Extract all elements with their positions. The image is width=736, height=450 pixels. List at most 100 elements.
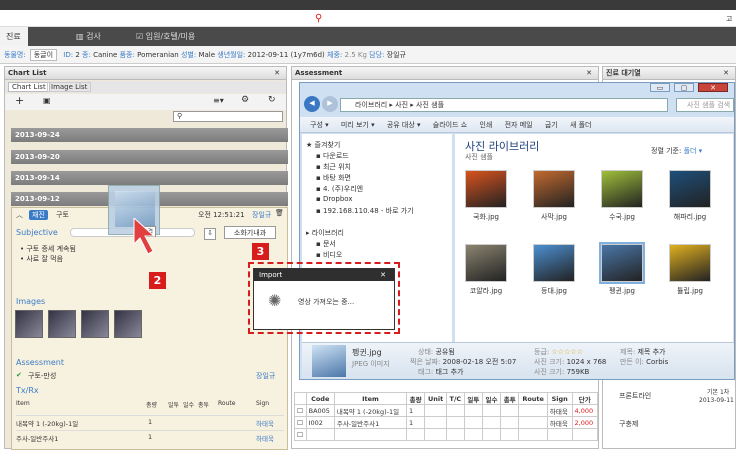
rx-cell: 하태욱 [256, 435, 274, 443]
tab-treatment[interactable]: 진료 [0, 27, 28, 46]
toolbar-item[interactable]: 공유 대상 ▾ [387, 121, 421, 129]
table-row[interactable]: ☐ [294, 428, 599, 441]
animal-select[interactable]: 동글이 [29, 49, 58, 61]
close-icon[interactable]: ✕ [586, 67, 592, 80]
detail-value[interactable]: 제목 추가 [637, 348, 665, 356]
toolbar-item[interactable]: 인쇄 [479, 121, 492, 129]
detail-value[interactable]: 태그 추가 [435, 368, 463, 376]
minimize-button[interactable]: ▭ [650, 83, 670, 92]
rx-row[interactable]: 내복약 1 (-20kg)-1일 1 하태욱 [16, 415, 284, 428]
breed-label: 품종: [119, 51, 135, 59]
date-group[interactable]: 2013-09-20 [11, 150, 288, 164]
main-tabs: 진료 ▥ 검사 ☑ 입원/호텔/미용 [0, 27, 736, 46]
xray-thumbnail[interactable] [81, 310, 109, 338]
toolbar-item[interactable]: 구성 ▾ [310, 121, 329, 129]
tab-chart-list[interactable]: Chart List [8, 82, 50, 92]
table-row[interactable]: ☐ I002 주사-일반주사1 1 하태욱 2,000 [294, 416, 599, 429]
attach-icon[interactable]: ⇩ [204, 228, 216, 240]
xray-thumbnail[interactable] [114, 310, 142, 338]
trash-icon[interactable]: 🗑 [275, 209, 284, 217]
assessment-vet[interactable]: 장일규 [256, 371, 275, 381]
tab-image-list[interactable]: Image List [47, 82, 92, 92]
search-icon[interactable]: ⚲ [315, 13, 322, 24]
check-icon: ☑ [136, 32, 146, 41]
queue-item[interactable]: 프론트라인 [619, 391, 651, 401]
queue-header: 진료 대기열 ✕ [603, 67, 735, 80]
picture-thumbnail[interactable] [465, 244, 507, 282]
detail-rating: 등급: ☆☆☆☆☆ [534, 347, 583, 357]
rx-row[interactable]: 주사-일반주사1 1 하태욱 [16, 430, 284, 443]
nav-item-favorites[interactable]: ★ 즐겨찾기 [306, 140, 340, 150]
explorer-search-input[interactable]: 사진 샘플 검색 [676, 98, 734, 112]
row-checkbox[interactable]: ☐ [294, 428, 307, 441]
date-group[interactable]: 2013-09-14 [11, 171, 288, 185]
nav-item[interactable]: ▪ 바탕 화면 [316, 173, 351, 183]
top-menu-text[interactable]: 고 [726, 14, 732, 24]
breed-value: Pomeranian [137, 51, 179, 59]
assessment-label: Assessment [16, 358, 64, 367]
rating-stars[interactable]: ☆☆☆☆☆ [551, 348, 582, 356]
row-checkbox[interactable]: ☐ [294, 404, 307, 417]
picture-thumbnail[interactable] [669, 244, 711, 282]
add-icon[interactable]: + [15, 94, 24, 107]
queue-item[interactable]: 구충제 [619, 419, 638, 429]
nav-item[interactable]: ▪ 다운로드 [316, 151, 349, 161]
nav-item-libraries[interactable]: ▸ 라이브러리 [306, 228, 344, 238]
save-icon[interactable]: ▣ [43, 96, 51, 105]
close-icon[interactable]: ✕ [274, 67, 280, 80]
collapse-icon[interactable]: ︿ [16, 210, 23, 220]
xray-thumbnail[interactable] [48, 310, 76, 338]
detail-dimensions: 사진 크기: 1024 x 768 [534, 357, 606, 367]
sex-value: Male [198, 51, 216, 59]
toolbar-item[interactable]: 새 폴더 [570, 121, 592, 129]
picture-label: 튤립.jpg [677, 287, 703, 295]
refresh-icon[interactable]: ↻ [268, 95, 276, 105]
xray-thumbnail[interactable] [15, 310, 43, 338]
chart-search-input[interactable]: ⚲ [173, 111, 283, 122]
picture-thumbnail[interactable] [599, 242, 645, 284]
close-icon[interactable]: ✕ [380, 269, 386, 281]
breadcrumb-item[interactable]: 라이브러리 [355, 101, 387, 109]
forward-button[interactable]: ▶ [322, 96, 338, 112]
picture-thumbnail[interactable] [601, 170, 643, 208]
nav-item[interactable]: ▪ 최근 위치 [316, 162, 351, 172]
detail-value: 759KB [566, 368, 590, 376]
picture-thumbnail[interactable] [465, 170, 507, 208]
consult-button[interactable]: 소화기내과 [224, 226, 276, 239]
import-message: 영상 가져오는 중... [298, 298, 355, 306]
toolbar-item[interactable]: 전자 메일 [505, 121, 533, 129]
breadcrumb-item[interactable]: 사진 [395, 101, 408, 109]
entry-vet[interactable]: 장일규 [252, 210, 271, 220]
nav-item[interactable]: ▪ Dropbox [316, 195, 352, 203]
close-button[interactable]: ✕ [698, 83, 728, 92]
close-icon[interactable]: ✕ [723, 67, 729, 80]
row-checkbox[interactable]: ☐ [294, 416, 307, 429]
sort-select[interactable]: 폴더 ▾ [684, 147, 703, 155]
menu-icon[interactable]: ≡▾ [213, 96, 224, 105]
detail-label: 사진 크기: [534, 368, 565, 376]
picture-thumbnail[interactable] [533, 170, 575, 208]
animal-label: 동물명: [4, 51, 26, 59]
back-button[interactable]: ◀ [304, 96, 320, 112]
picture-thumbnail[interactable] [669, 170, 711, 208]
picture-thumbnail[interactable] [533, 244, 575, 282]
date-group[interactable]: 2013-09-24 [11, 128, 288, 142]
nav-item[interactable]: ▪ 비디오 [316, 250, 342, 260]
toolbar-item[interactable]: 미리 보기 ▾ [341, 121, 375, 129]
nav-item[interactable]: ▪ 192.168.110.48 - 바로 가기 [316, 206, 414, 216]
id-value: 2 [75, 51, 80, 59]
gear-icon[interactable]: ⚙ [241, 95, 249, 105]
rx-cell: 내복약 1 (-20kg)-1일 [16, 420, 79, 428]
nav-item[interactable]: ▪ 4. (주)우리엔 [316, 184, 363, 194]
maximize-button[interactable]: ▢ [674, 83, 694, 92]
nav-label: Dropbox [322, 195, 353, 203]
breadcrumb-item[interactable]: 사진 샘플 [416, 101, 444, 109]
tab-exam[interactable]: ▥ 검사 [70, 27, 107, 46]
toolbar-item[interactable]: 굽기 [545, 121, 558, 129]
tab-hospital[interactable]: ☑ 입원/호텔/미용 [130, 27, 201, 46]
table-row[interactable]: ☐ BA005 내복약 1 (-20kg)-1일 1 하태욱 4,000 [294, 404, 599, 417]
toolbar-item[interactable]: 슬라이드 쇼 [433, 121, 467, 129]
address-bar[interactable]: 라이브러리 ▸ 사진 ▸ 사진 샘플 [340, 98, 668, 112]
nav-item[interactable]: ▪ 문서 [316, 239, 336, 249]
txrx-label: Tx/Rx [16, 386, 39, 395]
